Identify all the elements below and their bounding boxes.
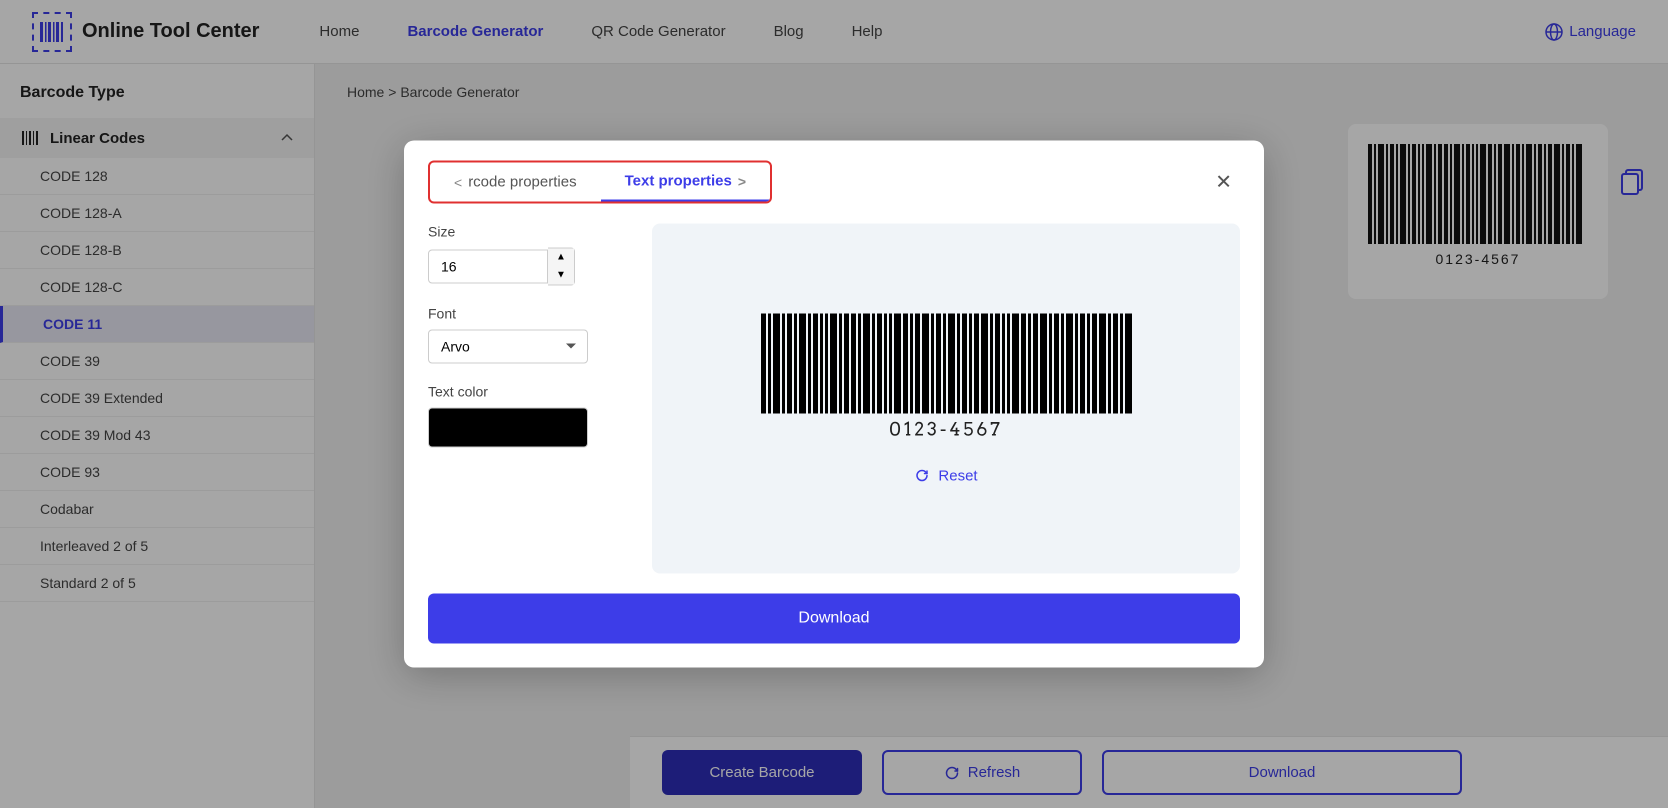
- tab-left-arrow: <: [454, 174, 462, 190]
- reset-button[interactable]: Reset: [914, 467, 977, 484]
- download-modal-button[interactable]: Download: [428, 594, 1240, 644]
- size-input-wrap: ▲ ▼: [428, 248, 628, 286]
- color-swatch[interactable]: [428, 408, 588, 448]
- size-spinners: ▲ ▼: [548, 248, 575, 286]
- modal-tab-text-properties[interactable]: Text properties >: [601, 163, 770, 202]
- tab-barcode-label: rcode properties: [468, 174, 576, 191]
- modal-tabs: < rcode properties Text properties >: [428, 161, 772, 204]
- modal-header: < rcode properties Text properties > ✕: [404, 141, 1264, 204]
- size-field-group: Size ▲ ▼: [428, 224, 628, 286]
- modal-body: Size ▲ ▼ Font Arvo Arial Courier: [404, 204, 1264, 594]
- modal-barcode-preview: 0123-4567 Reset: [652, 224, 1240, 574]
- size-up-button[interactable]: ▲: [548, 249, 574, 267]
- font-label: Font: [428, 306, 628, 322]
- barcode-svg: 0123-4567: [756, 313, 1136, 443]
- modal-close-button[interactable]: ✕: [1207, 166, 1240, 199]
- text-color-field-group: Text color: [428, 384, 628, 448]
- font-select[interactable]: Arvo Arial Courier Times New Roman Georg…: [428, 330, 588, 364]
- svg-text:0123-4567: 0123-4567: [889, 419, 1003, 440]
- reset-label: Reset: [938, 467, 977, 484]
- barcode-image-container: 0123-4567: [756, 313, 1136, 443]
- size-label: Size: [428, 224, 628, 240]
- modal-footer: Download: [404, 594, 1264, 668]
- reset-icon: [914, 468, 930, 484]
- size-input[interactable]: [428, 250, 548, 284]
- tab-text-label: Text properties: [625, 173, 732, 190]
- modal-left-panel: Size ▲ ▼ Font Arvo Arial Courier: [428, 224, 628, 574]
- text-color-label: Text color: [428, 384, 628, 400]
- tab-right-arrow: >: [738, 173, 746, 189]
- modal: < rcode properties Text properties > ✕ S…: [404, 141, 1264, 668]
- font-field-group: Font Arvo Arial Courier Times New Roman …: [428, 306, 628, 364]
- modal-tab-barcode-properties[interactable]: < rcode properties: [430, 164, 601, 201]
- size-down-button[interactable]: ▼: [548, 267, 574, 285]
